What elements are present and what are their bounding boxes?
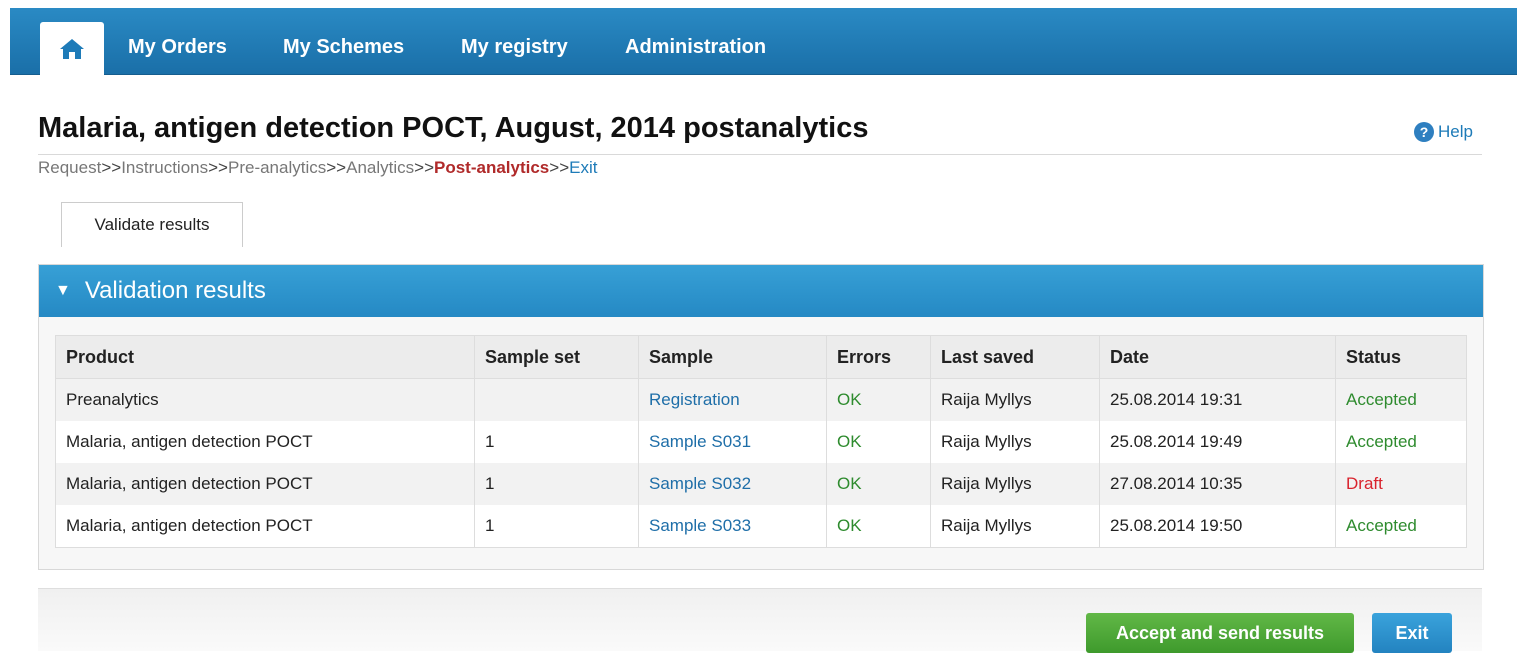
cell-status: Accepted xyxy=(1335,421,1467,463)
table-row: Malaria, antigen detection POCT 1 Sample… xyxy=(55,463,1467,505)
cell-product: Malaria, antigen detection POCT xyxy=(55,421,475,463)
nav-my-registry[interactable]: My registry xyxy=(461,36,568,59)
help-icon: ? xyxy=(1414,122,1434,142)
cell-sample-link[interactable]: Sample S033 xyxy=(638,505,827,548)
cell-product: Malaria, antigen detection POCT xyxy=(55,505,475,548)
cell-date: 27.08.2014 10:35 xyxy=(1099,463,1336,505)
panel-title: Validation results xyxy=(84,277,266,304)
results-table-wrap: Product Sample set Sample Errors Last sa… xyxy=(55,335,1467,548)
breadcrumb-step-pre-analytics: Pre-analytics xyxy=(227,158,327,177)
validation-results-panel: ▼ Validation results Product Sample set … xyxy=(38,264,1484,570)
breadcrumb-separator: >> xyxy=(101,158,122,177)
cell-last-saved: Raija Myllys xyxy=(930,463,1100,505)
breadcrumb-separator: >> xyxy=(208,158,228,177)
breadcrumb-step-post-analytics: Post-analytics xyxy=(434,158,550,177)
column-header-sample-set: Sample set xyxy=(474,335,639,379)
home-icon xyxy=(60,38,84,59)
table-header-row: Product Sample set Sample Errors Last sa… xyxy=(55,335,1467,379)
table-row: Malaria, antigen detection POCT 1 Sample… xyxy=(55,421,1467,463)
column-header-errors: Errors xyxy=(826,335,931,379)
column-header-product: Product xyxy=(55,335,475,379)
column-header-status: Status xyxy=(1335,335,1467,379)
cell-errors: OK xyxy=(826,421,931,463)
cell-last-saved: Raija Myllys xyxy=(930,505,1100,548)
breadcrumb-separator: >> xyxy=(326,158,347,177)
breadcrumb-step-request: Request xyxy=(38,158,102,177)
breadcrumb-separator: >> xyxy=(549,158,570,177)
nav-my-orders[interactable]: My Orders xyxy=(128,36,227,59)
cell-errors: OK xyxy=(826,505,931,548)
cell-product: Malaria, antigen detection POCT xyxy=(55,463,475,505)
accept-and-send-button[interactable]: Accept and send results xyxy=(1086,613,1354,653)
cell-date: 25.08.2014 19:50 xyxy=(1099,505,1336,548)
table-row: Preanalytics Registration OK Raija Mylly… xyxy=(55,378,1467,421)
cell-sample-set: 1 xyxy=(474,421,639,463)
nav-my-schemes[interactable]: My Schemes xyxy=(283,36,404,59)
help-label: Help xyxy=(1438,122,1473,141)
top-navigation: My Orders My Schemes My registry Adminis… xyxy=(10,8,1517,75)
nav-administration[interactable]: Administration xyxy=(625,36,766,59)
column-header-date: Date xyxy=(1099,335,1336,379)
panel-header[interactable]: ▼ Validation results xyxy=(39,265,1483,317)
breadcrumb-separator: >> xyxy=(414,158,434,177)
tab-validate-results[interactable]: Validate results xyxy=(61,202,243,247)
page-title: Malaria, antigen detection POCT, August,… xyxy=(38,112,869,144)
collapse-triangle-icon: ▼ xyxy=(55,282,71,299)
cell-sample-set xyxy=(474,378,639,421)
breadcrumb-step-instructions: Instructions xyxy=(121,158,209,177)
column-header-sample: Sample xyxy=(638,335,827,379)
title-divider xyxy=(38,154,1482,155)
cell-sample-set: 1 xyxy=(474,463,639,505)
cell-last-saved: Raija Myllys xyxy=(930,421,1100,463)
cell-errors: OK xyxy=(826,463,931,505)
exit-button[interactable]: Exit xyxy=(1372,613,1452,653)
column-header-last-saved: Last saved xyxy=(930,335,1100,379)
cell-date: 25.08.2014 19:49 xyxy=(1099,421,1336,463)
cell-status: Draft xyxy=(1335,463,1467,505)
cell-sample-link[interactable]: Registration xyxy=(638,378,827,421)
breadcrumb-step-exit[interactable]: Exit xyxy=(569,158,597,177)
help-link[interactable]: ? Help xyxy=(1414,122,1473,142)
cell-status: Accepted xyxy=(1335,505,1467,548)
cell-sample-link[interactable]: Sample S031 xyxy=(638,421,827,463)
breadcrumb: Request>>Instructions>>Pre-analytics>>An… xyxy=(38,158,597,178)
table-row: Malaria, antigen detection POCT 1 Sample… xyxy=(55,505,1467,548)
breadcrumb-step-analytics: Analytics xyxy=(346,158,415,177)
cell-errors: OK xyxy=(826,378,931,421)
results-table: Product Sample set Sample Errors Last sa… xyxy=(55,335,1467,548)
cell-last-saved: Raija Myllys xyxy=(930,378,1100,421)
cell-product: Preanalytics xyxy=(55,378,475,421)
cell-sample-link[interactable]: Sample S032 xyxy=(638,463,827,505)
home-tab[interactable] xyxy=(40,22,104,75)
cell-sample-set: 1 xyxy=(474,505,639,548)
cell-status: Accepted xyxy=(1335,378,1467,421)
cell-date: 25.08.2014 19:31 xyxy=(1099,378,1336,421)
